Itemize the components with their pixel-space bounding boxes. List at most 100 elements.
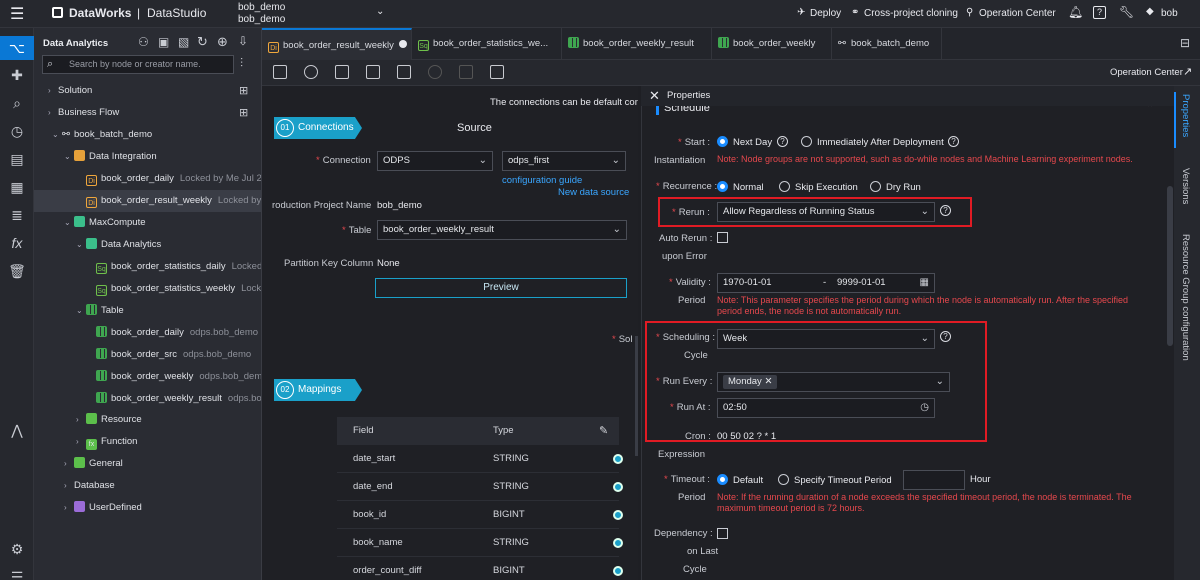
timeout-specify[interactable]: Specify Timeout Period	[778, 474, 892, 486]
tree-solution[interactable]: › Solution	[48, 80, 258, 102]
rerun-select[interactable]: Allow Regardless of Running Status ⌄	[717, 202, 935, 222]
tree-table[interactable]: ⌄ Table	[76, 300, 124, 322]
locate-icon[interactable]: ⊕	[217, 34, 228, 50]
refresh-icon[interactable]: ↻	[197, 34, 208, 50]
collapse-icon[interactable]: ☰	[0, 565, 34, 580]
help-icon[interactable]: ?	[940, 331, 951, 342]
tab-book-order-statistics-weekly[interactable]: Sq book_order_statistics_we...	[412, 28, 562, 60]
save-icon[interactable]	[273, 65, 287, 79]
new-file-icon[interactable]: ▣	[158, 35, 169, 49]
search-box[interactable]: ⌕ Search by node or creator name.	[42, 55, 234, 74]
deploy-button[interactable]: Deploy	[810, 8, 841, 19]
clock-icon[interactable]: ◷	[0, 119, 34, 143]
tree-business-flow[interactable]: › Business Flow	[48, 102, 258, 124]
tree-data-integration[interactable]: ⌄ Data Integration	[64, 146, 157, 168]
more-tabs-icon[interactable]: ⊟	[1180, 36, 1190, 50]
scheduling-cycle-select[interactable]: Week ⌄	[717, 329, 935, 349]
timeout-hours-input[interactable]	[903, 470, 965, 490]
tree-maxcompute[interactable]: ⌄ MaxCompute	[64, 212, 146, 234]
mapping-connector-dot[interactable]	[613, 566, 623, 576]
edit-icon[interactable]: ✎	[599, 417, 608, 445]
user-name[interactable]: bob	[1161, 8, 1178, 19]
run-every-select[interactable]: Monday ✕ ⌄	[717, 372, 950, 392]
bell-icon[interactable]: 🔔︎	[1068, 5, 1083, 19]
submit-icon[interactable]	[366, 65, 380, 79]
tree-node-di-1[interactable]: Di book_order_daily Locked by Me Jul 29	[86, 168, 261, 190]
dependency-checkbox[interactable]	[717, 528, 728, 539]
trash-icon[interactable]: 🗑︎	[0, 259, 34, 283]
mapping-connector-dot[interactable]	[613, 510, 623, 520]
search-input[interactable]: Search by node or creator name.	[69, 59, 201, 69]
run-icon[interactable]	[304, 65, 318, 79]
tree-table-4[interactable]: book_order_weekly_result odps.bob	[96, 388, 261, 410]
import-icon[interactable]: ⇩	[238, 34, 248, 48]
tree-resource[interactable]: › Resource	[76, 409, 142, 431]
tab-versions[interactable]: Versions	[1180, 168, 1191, 204]
filter-icon[interactable]: ⫶	[240, 56, 243, 71]
configuration-guide-link[interactable]: configuration guide	[502, 175, 582, 186]
new-data-source-link[interactable]: New data source	[558, 187, 629, 198]
help-icon[interactable]: ?	[777, 136, 788, 147]
tab-book-order-result-weekly[interactable]: Di book_order_result_weekly	[262, 28, 412, 60]
tree-node-sql-2[interactable]: Sq book_order_statistics_weekly Locke	[96, 278, 261, 300]
timeout-default[interactable]: Default	[717, 474, 763, 486]
cross-project-button[interactable]: Cross-project cloning	[864, 8, 958, 19]
start-option-immediately[interactable]: Immediately After Deployment	[801, 136, 944, 148]
start-option-next-day[interactable]: Next Day	[717, 136, 772, 148]
menu-icon[interactable]: ☰	[10, 4, 24, 24]
tree-node-di-2[interactable]: Di book_order_result_weekly Locked by M	[86, 190, 261, 212]
search-icon[interactable]: ⌕	[0, 91, 34, 115]
tag-close-icon[interactable]: ✕	[764, 376, 772, 387]
validity-range-picker[interactable]: 1970-01-01 - 9999-01-01 ▦	[717, 273, 935, 293]
recurrence-normal[interactable]: Normal	[717, 181, 764, 193]
settings-icon[interactable]: ⚙	[0, 537, 34, 561]
table-select[interactable]: book_order_weekly_result ⌄	[377, 220, 627, 240]
close-icon[interactable]: ✕	[649, 88, 660, 104]
auto-rerun-checkbox[interactable]	[717, 232, 728, 243]
person-icon[interactable]: ⚇	[138, 35, 149, 49]
connection-type-select[interactable]: ODPS ⌄	[377, 151, 493, 171]
workspace-name[interactable]: bob_demo	[238, 2, 285, 13]
tab-resource-group[interactable]: Resource Group configuration	[1180, 234, 1191, 361]
tab-book-order-weekly[interactable]: book_order_weekly	[712, 28, 832, 60]
tree-table-2[interactable]: book_order_src odps.bob_demo	[96, 344, 251, 366]
workspace-chevron-icon[interactable]: ⌄	[376, 6, 384, 17]
deploy-node-icon[interactable]	[397, 65, 411, 79]
tree-userdefined[interactable]: › UserDefined	[64, 497, 142, 519]
grid-icon[interactable]: ⊞	[239, 84, 248, 97]
function-icon[interactable]: fx	[0, 231, 34, 255]
tab-book-batch-demo[interactable]: ⚯ book_batch_demo	[832, 28, 942, 60]
brand-name[interactable]: DataWorks	[69, 6, 131, 20]
grid-icon[interactable]: ⊞	[239, 106, 248, 119]
list-icon[interactable]: ≣	[0, 203, 34, 227]
help-icon[interactable]: ?	[1093, 6, 1106, 19]
flow-icon[interactable]: ⋀	[0, 418, 34, 442]
run-at-time-picker[interactable]: 02:50 ◷	[717, 398, 935, 418]
connection-name-select[interactable]: odps_first ⌄	[502, 151, 626, 171]
mapping-connector-dot[interactable]	[613, 454, 623, 464]
external-link-icon[interactable]: ↗	[1183, 65, 1192, 78]
mapping-connector-dot[interactable]	[613, 482, 623, 492]
tree-function[interactable]: › fx Function	[76, 431, 137, 453]
puzzle-icon[interactable]: ✚	[0, 63, 34, 87]
table-icon[interactable]: ▦	[0, 175, 34, 199]
recurrence-dry-run[interactable]: Dry Run	[870, 181, 921, 193]
tab-properties[interactable]: Properties	[1180, 94, 1191, 137]
unsaved-dot-icon[interactable]	[398, 40, 407, 48]
avatar[interactable]: ◆	[1146, 6, 1154, 17]
run-every-tag[interactable]: Monday ✕	[723, 375, 778, 389]
preview-button[interactable]: Preview	[375, 278, 627, 298]
tree-node-sql-1[interactable]: Sq book_order_statistics_daily Locked	[96, 256, 261, 278]
tree-data-analytics[interactable]: ⌄ Data Analytics	[76, 234, 161, 256]
tree-database[interactable]: › Database	[64, 475, 115, 497]
tab-book-order-weekly-result[interactable]: book_order_weekly_result	[562, 28, 712, 60]
briefcase-icon[interactable]: ▤	[0, 147, 34, 171]
properties-scrollbar[interactable]	[1167, 186, 1173, 346]
data-analytics-icon[interactable]: ⌥	[0, 36, 34, 60]
run-params-icon[interactable]	[335, 65, 349, 79]
help-icon[interactable]: ?	[940, 205, 951, 216]
recurrence-skip[interactable]: Skip Execution	[779, 181, 858, 193]
tree-table-1[interactable]: book_order_daily odps.bob_demo	[96, 322, 258, 344]
code-view-icon[interactable]	[490, 65, 504, 79]
tree-general[interactable]: › General	[64, 453, 123, 475]
